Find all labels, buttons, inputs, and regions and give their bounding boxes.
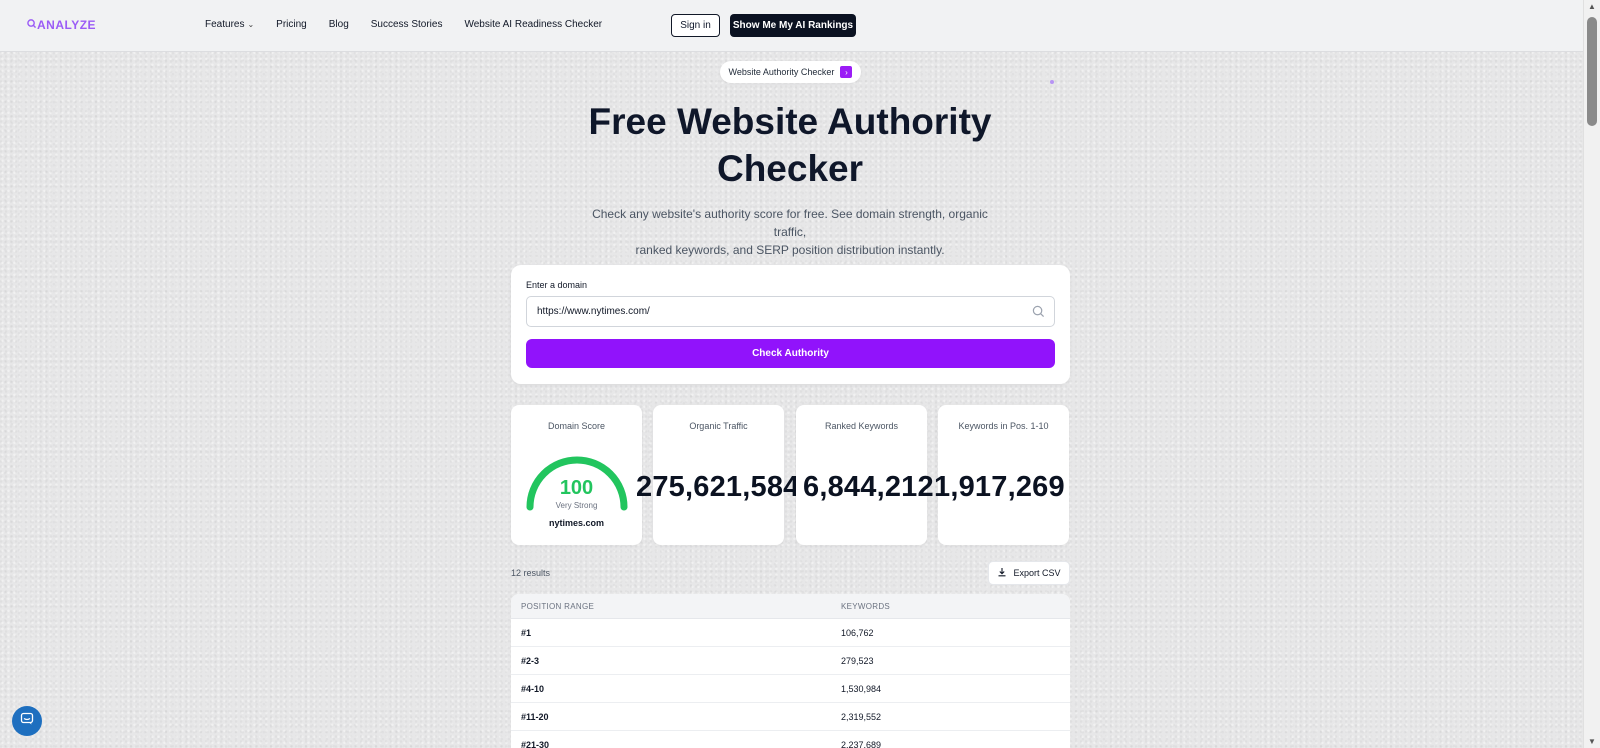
authority-checker-pill[interactable]: Website Authority Checker › bbox=[720, 61, 861, 83]
table-row: #2-3 279,523 bbox=[511, 647, 1070, 675]
cell-position-range: #4-10 bbox=[521, 683, 545, 694]
results-count: 12 results bbox=[511, 568, 551, 578]
cell-position-range: #11-20 bbox=[521, 711, 549, 722]
chevron-right-icon: › bbox=[840, 66, 853, 78]
page-subtitle: Check any website's authority score for … bbox=[580, 205, 1000, 259]
cell-keywords: 2,237,689 bbox=[841, 739, 882, 748]
scroll-up-arrow-icon[interactable]: ▲ bbox=[1588, 2, 1596, 11]
table-row: #1 106,762 bbox=[511, 619, 1070, 647]
nav-ai-readiness-checker[interactable]: Website AI Readiness Checker bbox=[464, 19, 602, 30]
domain-score-value: 100 bbox=[559, 477, 594, 499]
domain-form-card: Enter a domain Check Authority bbox=[511, 265, 1070, 384]
pill-label: Website Authority Checker bbox=[728, 67, 835, 77]
ranked-keywords-label: Ranked Keywords bbox=[824, 421, 899, 431]
signin-button[interactable]: Sign in bbox=[671, 14, 720, 37]
search-icon[interactable] bbox=[1032, 305, 1045, 318]
cell-position-range: #2-3 bbox=[521, 655, 540, 666]
column-header-position-range: POSITION RANGE bbox=[521, 601, 595, 611]
nav-blog[interactable]: Blog bbox=[329, 19, 349, 30]
logo-text: ANALYZE bbox=[37, 18, 97, 32]
table-row: #11-20 2,319,552 bbox=[511, 703, 1070, 731]
chat-launcher-button[interactable] bbox=[12, 706, 42, 736]
table-row: #4-10 1,530,984 bbox=[511, 675, 1070, 703]
ranked-keywords-value: 6,844,212 bbox=[803, 471, 934, 503]
domain-score-domain: nytimes.com bbox=[548, 518, 605, 528]
cell-keywords: 2,319,552 bbox=[841, 711, 882, 722]
table-row: #21-30 2,237,689 bbox=[511, 731, 1070, 748]
nav-pricing[interactable]: Pricing bbox=[276, 19, 307, 30]
ai-rankings-button[interactable]: Show Me My AI Rankings bbox=[730, 14, 856, 37]
download-icon bbox=[997, 567, 1007, 579]
position-distribution-table: POSITION RANGE KEYWORDS #1 106,762 #2-3 … bbox=[511, 594, 1070, 748]
scrollbar[interactable]: ▲ ▼ bbox=[1583, 0, 1600, 748]
ranked-keywords-card: Ranked Keywords 6,844,212 bbox=[796, 405, 934, 545]
chat-icon bbox=[20, 712, 34, 731]
domain-score-label: Domain Score bbox=[547, 421, 606, 431]
column-header-keywords: KEYWORDS bbox=[841, 601, 891, 611]
table-header: POSITION RANGE KEYWORDS bbox=[511, 594, 1070, 619]
subtitle-line2: ranked keywords, and SERP position distr… bbox=[635, 243, 945, 257]
nav-success-stories[interactable]: Success Stories bbox=[371, 19, 443, 30]
top10-keywords-card: Keywords in Pos. 1-10 1,917,269 bbox=[934, 405, 1069, 545]
export-csv-button[interactable]: Export CSV bbox=[988, 561, 1070, 585]
organic-traffic-label: Organic Traffic bbox=[689, 421, 748, 431]
cell-keywords: 106,762 bbox=[841, 627, 874, 638]
nav-success-stories-label: Success Stories bbox=[370, 19, 443, 30]
page-title-line1: Free Website Authority bbox=[588, 101, 992, 142]
top10-keywords-value: 1,917,269 bbox=[934, 471, 1065, 503]
cell-keywords: 279,523 bbox=[841, 655, 874, 666]
subtitle-line1: Check any website's authority score for … bbox=[592, 207, 988, 239]
nav-features-label: Features bbox=[205, 19, 245, 30]
organic-traffic-card: Organic Traffic 275,621,584 bbox=[636, 405, 799, 545]
logo-icon bbox=[27, 19, 37, 31]
main-nav: Features ⌄ Pricing Blog Success Stories … bbox=[205, 19, 624, 30]
check-authority-button[interactable]: Check Authority bbox=[526, 339, 1055, 368]
domain-score-rating: Very Strong bbox=[555, 501, 598, 510]
nav-ai-readiness-label: Website AI Readiness Checker bbox=[464, 19, 603, 30]
cell-position-range: #21-30 bbox=[521, 739, 550, 748]
top10-keywords-label: Keywords in Pos. 1-10 bbox=[958, 421, 1049, 431]
organic-traffic-value: 275,621,584 bbox=[636, 471, 800, 503]
scroll-thumb[interactable] bbox=[1587, 17, 1597, 126]
nav-features[interactable]: Features ⌄ bbox=[205, 19, 254, 30]
logo[interactable]: ANALYZE bbox=[27, 18, 96, 32]
page-title-line2: Checker bbox=[716, 148, 864, 189]
cell-position-range: #1 bbox=[521, 627, 532, 638]
cell-keywords: 1,530,984 bbox=[841, 683, 882, 694]
scroll-down-arrow-icon[interactable]: ▼ bbox=[1588, 737, 1596, 746]
top-nav-bar: ANALYZE Features ⌄ Pricing Blog Success … bbox=[0, 0, 1583, 52]
page-title: Free Website Authority Checker bbox=[500, 98, 1080, 192]
domain-input[interactable] bbox=[526, 296, 1055, 327]
nav-pricing-label: Pricing bbox=[276, 19, 307, 30]
nav-blog-label: Blog bbox=[328, 19, 349, 30]
domain-score-card: Domain Score 100 Very Strong nytimes.com bbox=[511, 405, 642, 545]
decorative-dot bbox=[1050, 80, 1054, 84]
export-csv-label: Export CSV bbox=[1013, 568, 1061, 578]
domain-label: Enter a domain bbox=[526, 280, 588, 290]
chevron-down-icon: ⌄ bbox=[247, 20, 255, 29]
